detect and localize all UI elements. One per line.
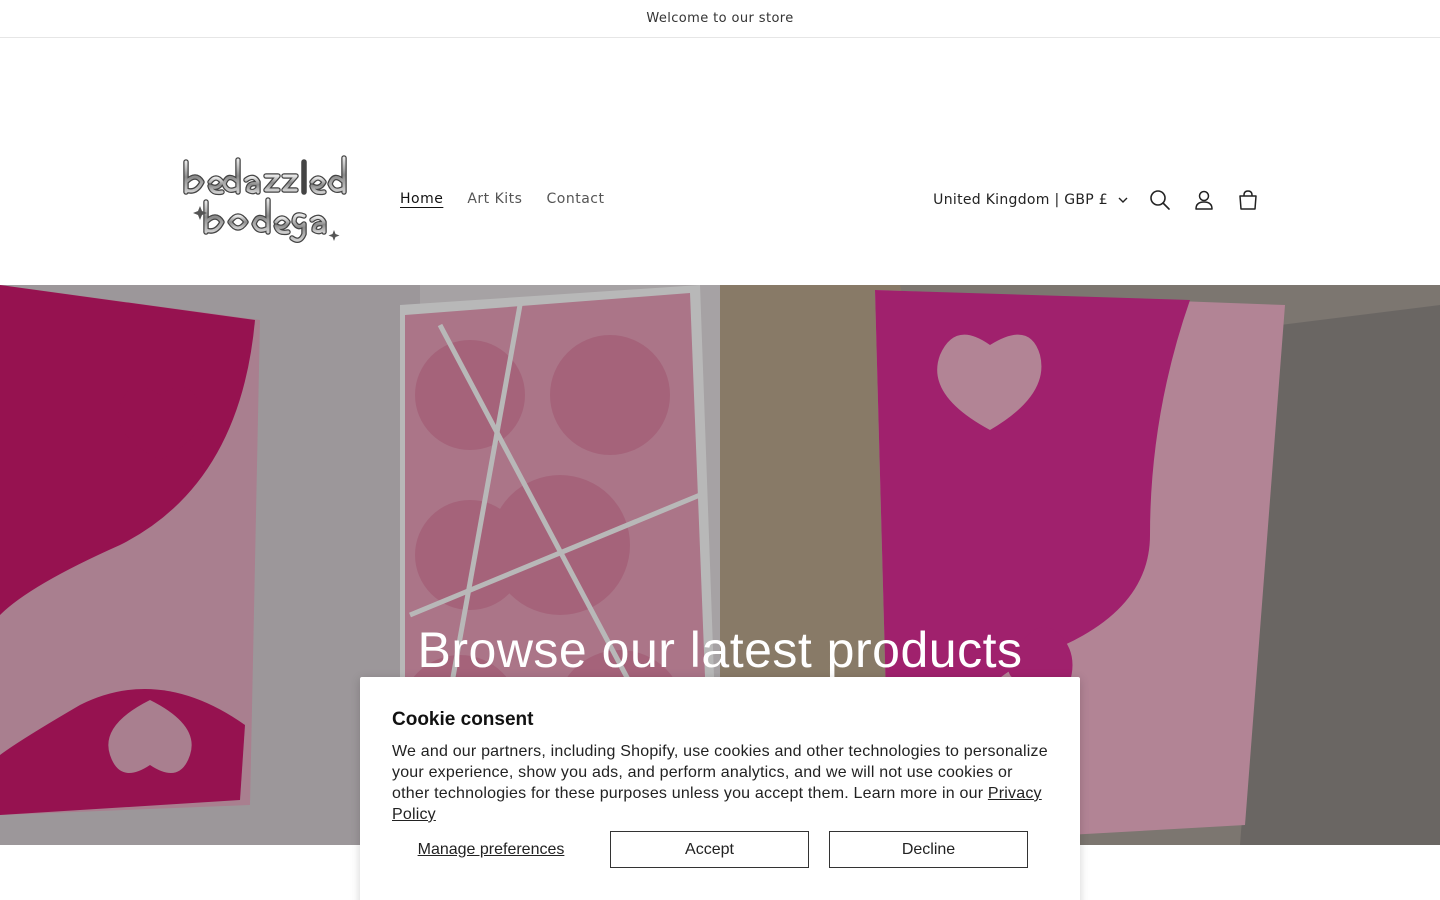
decline-button[interactable]: Decline (829, 831, 1028, 868)
nav-item-art-kits[interactable]: Art Kits (455, 186, 534, 212)
cookie-actions: Manage preferences Accept Decline (392, 831, 1028, 868)
search-icon (1150, 190, 1170, 210)
store-logo[interactable] (180, 154, 352, 244)
cookie-consent-banner: Cookie consent We and our partners, incl… (360, 677, 1080, 900)
nav-item-home[interactable]: Home (388, 186, 455, 212)
cookie-body-text: We and our partners, including Shopify, … (392, 743, 1048, 802)
announcement-bar: Welcome to our store (0, 0, 1440, 38)
chevron-down-icon (1118, 197, 1128, 203)
country-selector-label: United Kingdom | GBP £ (933, 192, 1108, 208)
search-button[interactable] (1138, 178, 1182, 222)
main-nav: Home Art Kits Contact (388, 186, 616, 212)
announcement-text: Welcome to our store (646, 11, 794, 26)
cookie-title: Cookie consent (392, 709, 534, 730)
accept-button[interactable]: Accept (610, 831, 809, 868)
cart-icon (1239, 190, 1257, 210)
hero-title: Browse our latest products (417, 622, 1023, 678)
site-header: Home Art Kits Contact United Kingdom | G… (0, 38, 1440, 284)
cart-button[interactable] (1226, 178, 1270, 222)
logo-graphic (183, 155, 347, 243)
nav-item-contact[interactable]: Contact (534, 186, 616, 212)
account-button[interactable] (1182, 178, 1226, 222)
header-actions: United Kingdom | GBP £ (933, 178, 1270, 222)
account-icon (1195, 190, 1213, 210)
cookie-body: We and our partners, including Shopify, … (392, 741, 1048, 825)
manage-preferences-link[interactable]: Manage preferences (392, 841, 590, 859)
country-selector[interactable]: United Kingdom | GBP £ (933, 192, 1138, 208)
